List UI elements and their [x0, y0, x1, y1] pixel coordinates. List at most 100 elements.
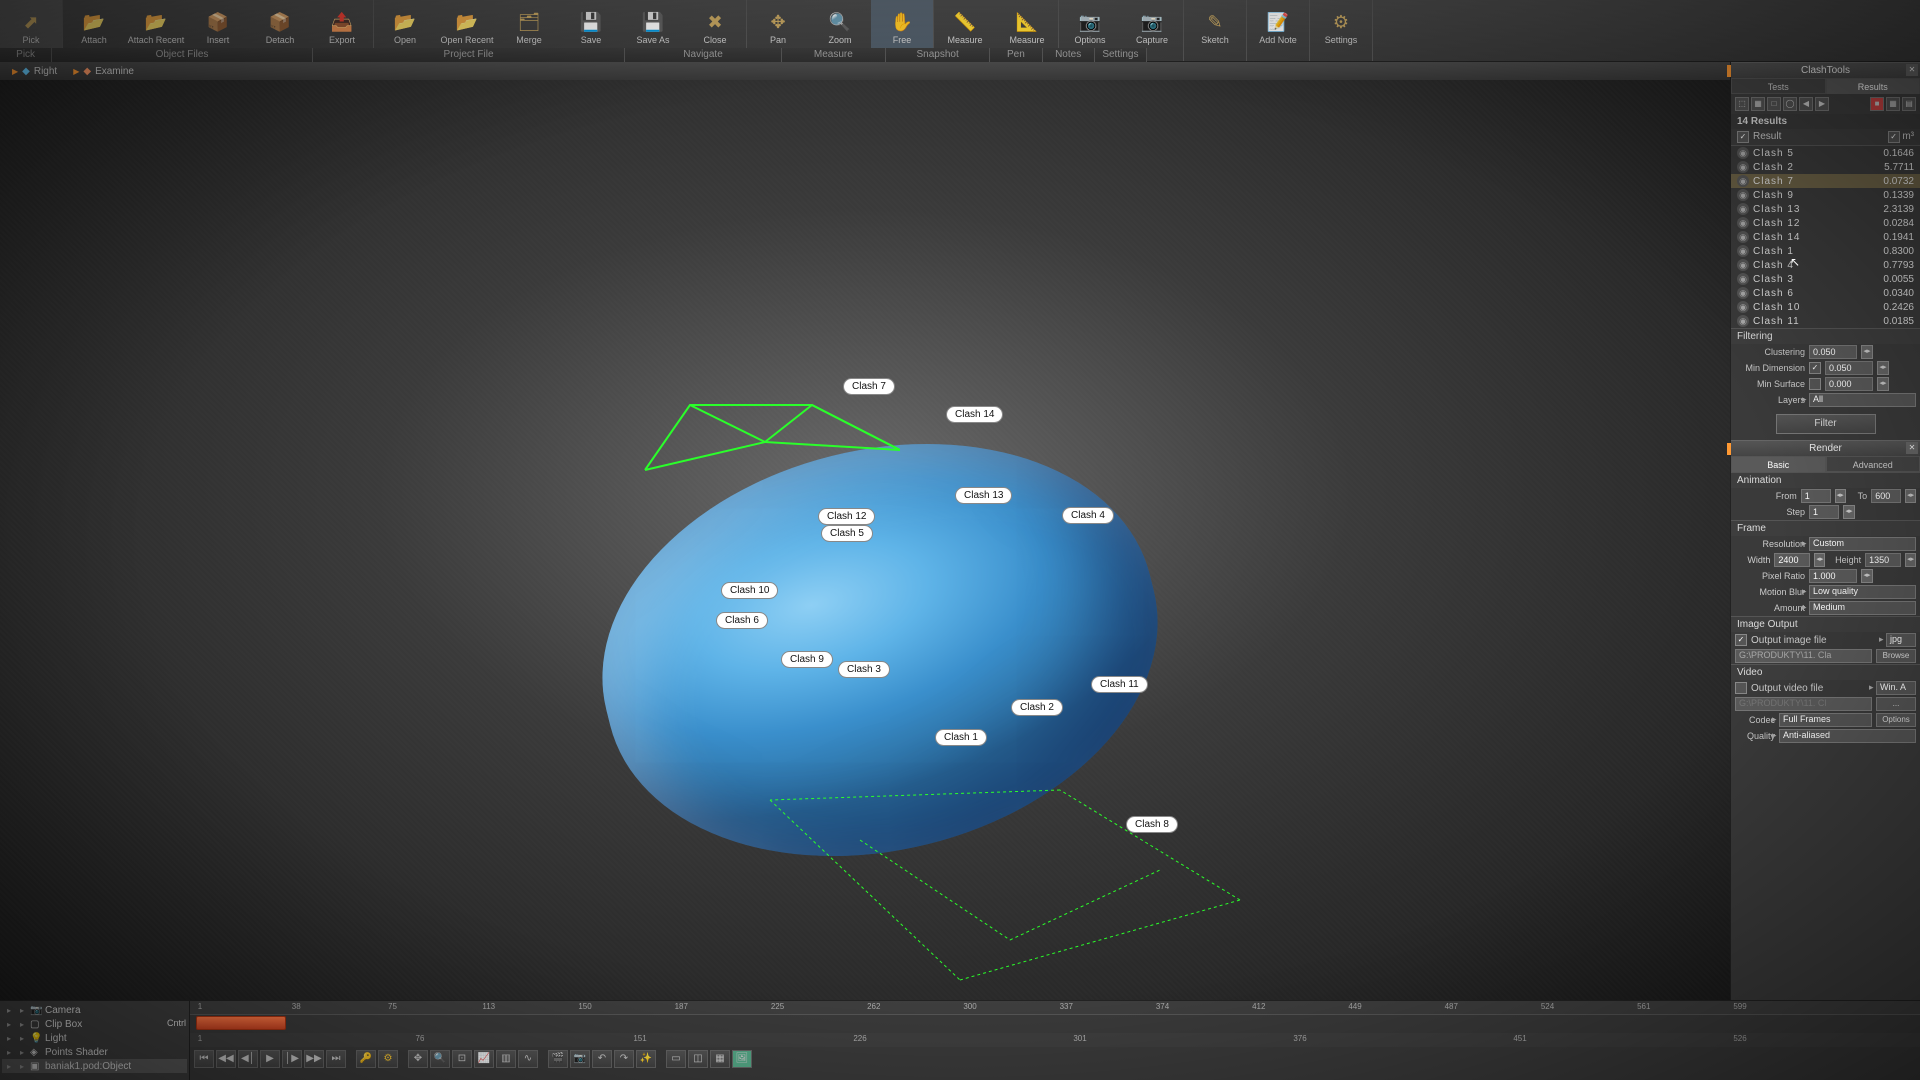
clash-label[interactable]: Clash 12	[818, 508, 875, 525]
prev-key-icon[interactable]: ◀◀	[216, 1050, 236, 1068]
visibility-icon[interactable]: ◉	[1737, 203, 1749, 215]
output-vid-check[interactable]	[1735, 682, 1747, 694]
layout3-icon[interactable]: ▦	[710, 1050, 730, 1068]
visibility-icon[interactable]: ◉	[1737, 147, 1749, 159]
layout2-icon[interactable]: ◫	[688, 1050, 708, 1068]
height-input[interactable]	[1865, 553, 1901, 567]
clash-label[interactable]: Clash 11	[1091, 676, 1148, 693]
play-icon[interactable]: ▶	[260, 1050, 280, 1068]
tool-settings[interactable]: ⚙Settings	[1310, 0, 1372, 48]
record-icon[interactable]: 🎬	[548, 1050, 568, 1068]
resolution-dropdown[interactable]: Custom	[1809, 537, 1916, 551]
clash-label[interactable]: Clash 10	[721, 582, 778, 599]
result-row[interactable]: ◉Clash 110.0185	[1731, 314, 1920, 328]
tool-zoom[interactable]: 🔍Zoom	[809, 0, 871, 48]
tool-insert[interactable]: 📦Insert	[187, 0, 249, 48]
amount-dropdown[interactable]: Medium	[1809, 601, 1916, 615]
result-row[interactable]: ◉Clash 100.2426	[1731, 300, 1920, 314]
tool-measure[interactable]: 📏Measure	[934, 0, 996, 48]
iso-icon[interactable]: ◯	[1783, 97, 1797, 111]
tool-detach[interactable]: 📦Detach	[249, 0, 311, 48]
tree-item[interactable]: ▸▸💡Light	[2, 1031, 187, 1045]
track-area[interactable]: Cntrl 00:10:00	[190, 1015, 1920, 1033]
clash-label[interactable]: Clash 8	[1126, 816, 1178, 833]
nav-left[interactable]: Right	[34, 66, 57, 77]
tab-basic[interactable]: Basic	[1731, 456, 1826, 472]
motionblur-dropdown[interactable]: Low quality	[1809, 585, 1916, 599]
visibility-icon[interactable]: ◉	[1737, 231, 1749, 243]
tab-advanced[interactable]: Advanced	[1826, 456, 1920, 472]
browse-img-button[interactable]: Browse	[1876, 649, 1916, 663]
tab-tests[interactable]: Tests	[1731, 78, 1826, 94]
layout1-icon[interactable]: ▭	[666, 1050, 686, 1068]
prev-frame-icon[interactable]: ◀│	[238, 1050, 258, 1068]
result-row[interactable]: ◉Clash 40.7793	[1731, 258, 1920, 272]
undo-icon[interactable]: ↶	[592, 1050, 612, 1068]
tool-export[interactable]: 📤Export	[311, 0, 373, 48]
browse-vid-button[interactable]: ...	[1876, 697, 1916, 711]
clash-label[interactable]: Clash 5	[821, 525, 873, 542]
tool-merge[interactable]: 🗂Merge	[498, 0, 560, 48]
result-row[interactable]: ◉Clash 90.1339	[1731, 188, 1920, 202]
graph-icon[interactable]: 📈	[474, 1050, 494, 1068]
clustering-input[interactable]	[1809, 345, 1857, 359]
clash-label[interactable]: Clash 9	[781, 651, 833, 668]
minsurf-input[interactable]	[1825, 377, 1873, 391]
snap-icon[interactable]: 📷	[570, 1050, 590, 1068]
vid-fmt-dropdown[interactable]: Win. A	[1876, 681, 1916, 695]
spinner-icon[interactable]: ◂▸	[1861, 345, 1873, 359]
visibility-icon[interactable]: ◉	[1737, 273, 1749, 285]
grid-icon[interactable]: ▦	[1886, 97, 1900, 111]
prev-icon[interactable]: ◀	[1799, 97, 1813, 111]
from-input[interactable]	[1801, 489, 1831, 503]
tool-attach[interactable]: 📂Attach	[63, 0, 125, 48]
nav-pan-icon[interactable]: ✥	[408, 1050, 428, 1068]
redo-icon[interactable]: ↷	[614, 1050, 634, 1068]
next-frame-icon[interactable]: │▶	[282, 1050, 302, 1068]
codec-options-button[interactable]: Options	[1876, 713, 1916, 727]
visibility-icon[interactable]: ◉	[1737, 245, 1749, 257]
tree-item[interactable]: ▸▸▢Clip Box	[2, 1017, 187, 1031]
mindim-input[interactable]	[1825, 361, 1873, 375]
visibility-icon[interactable]: ◉	[1737, 315, 1749, 327]
tool-options[interactable]: 📷Options	[1059, 0, 1121, 48]
fx-icon[interactable]: ✨	[636, 1050, 656, 1068]
tab-results[interactable]: Results	[1826, 78, 1920, 94]
clip-icon[interactable]: □	[1767, 97, 1781, 111]
curve-icon[interactable]: ∿	[518, 1050, 538, 1068]
quality-dropdown[interactable]: Anti-aliased	[1779, 729, 1916, 743]
visibility-icon[interactable]: ◉	[1737, 301, 1749, 313]
pixelratio-input[interactable]	[1809, 569, 1857, 583]
tool-free[interactable]: ✋Free	[871, 0, 933, 48]
result-row[interactable]: ◉Clash 120.0284	[1731, 216, 1920, 230]
clash-label[interactable]: Clash 1	[935, 729, 987, 746]
result-row[interactable]: ◉Clash 10.8300	[1731, 244, 1920, 258]
layers-dropdown[interactable]: All	[1809, 393, 1916, 407]
output-img-check[interactable]: ✓	[1735, 634, 1747, 646]
nav-right[interactable]: Examine	[95, 66, 134, 77]
next-key-icon[interactable]: ▶▶	[304, 1050, 324, 1068]
tool-open[interactable]: 📂Open	[374, 0, 436, 48]
to-input[interactable]	[1871, 489, 1901, 503]
tool-measure[interactable]: 📐Measure	[996, 0, 1058, 48]
tool-open-recent[interactable]: 📂Open Recent	[436, 0, 498, 48]
tool-close[interactable]: ✖Close	[684, 0, 746, 48]
tree-item[interactable]: ▸▸📷Camera	[2, 1003, 187, 1017]
clash-label[interactable]: Clash 7	[843, 378, 895, 395]
nav-fit-icon[interactable]: ⊡	[452, 1050, 472, 1068]
img-path-input[interactable]: G:\PRODUKTY\11. Cla	[1735, 649, 1872, 663]
clash-label[interactable]: Clash 13	[955, 487, 1012, 504]
goto-start-icon[interactable]: ⏮	[194, 1050, 214, 1068]
color-icon[interactable]: ■	[1870, 97, 1884, 111]
visibility-icon[interactable]: ◉	[1737, 175, 1749, 187]
result-row[interactable]: ◉Clash 70.0732	[1731, 174, 1920, 188]
result-row[interactable]: ◉Clash 60.0340	[1731, 286, 1920, 300]
clash-label[interactable]: Clash 3	[838, 661, 890, 678]
key-icon[interactable]: 🔑	[356, 1050, 376, 1068]
step-input[interactable]	[1809, 505, 1839, 519]
tool-add-note[interactable]: 📝Add Note	[1247, 0, 1309, 48]
tool-save[interactable]: 💾Save	[560, 0, 622, 48]
result-row[interactable]: ◉Clash 30.0055	[1731, 272, 1920, 286]
close-panel-icon[interactable]: ✕	[1906, 64, 1918, 76]
result-row[interactable]: ◉Clash 25.7711	[1731, 160, 1920, 174]
